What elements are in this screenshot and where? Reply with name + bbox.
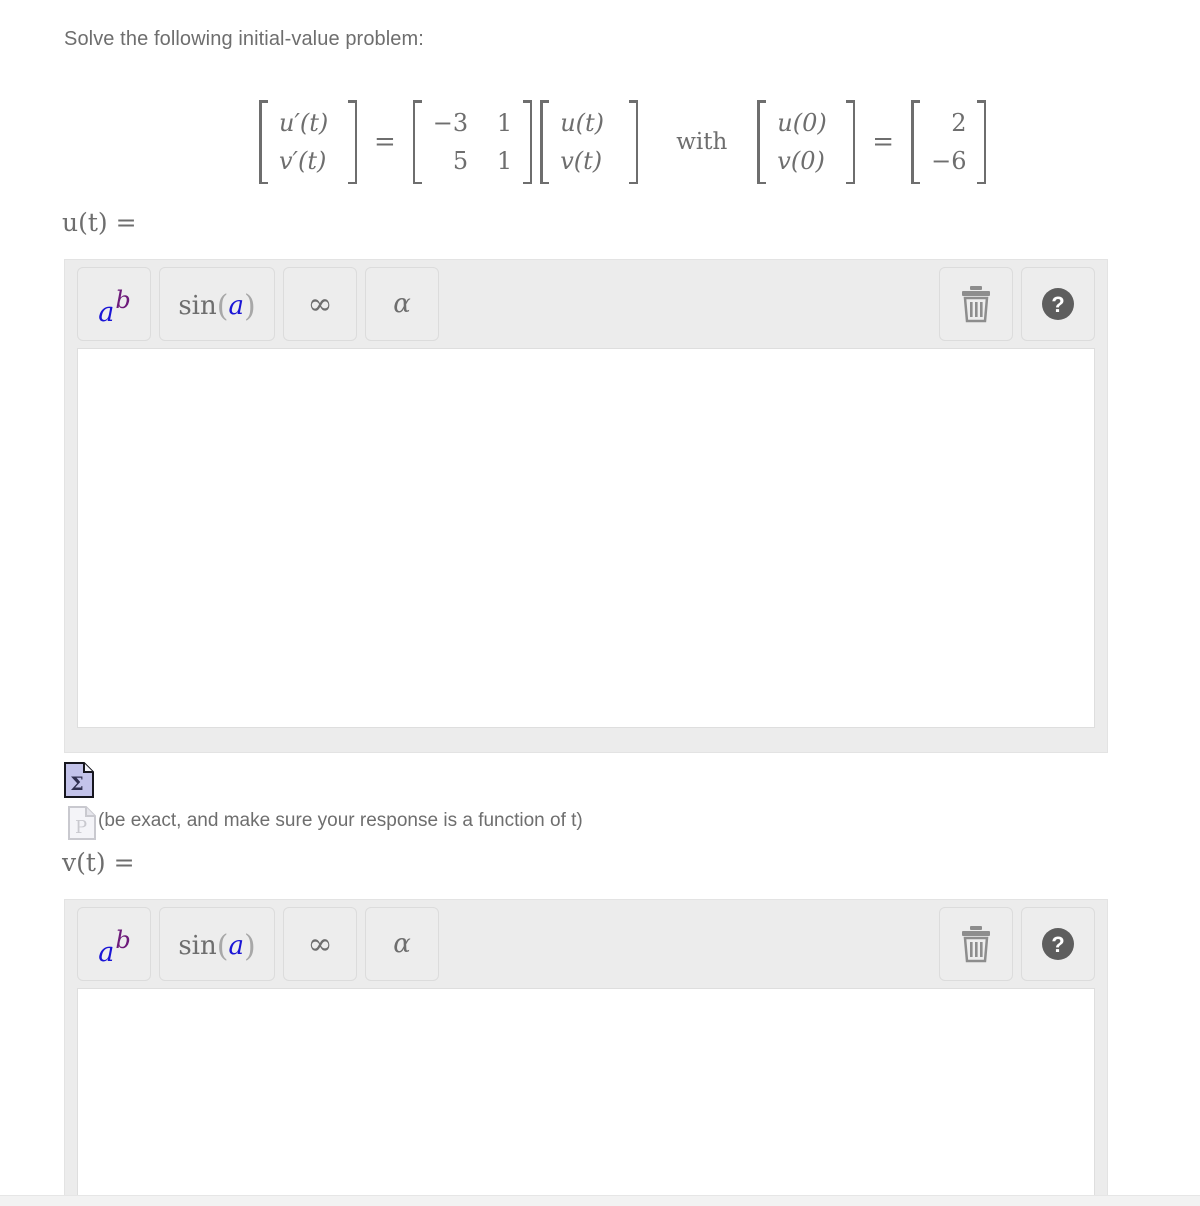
sigma-document-icon: Σ: [64, 762, 94, 798]
matrix-cell-r2c1: 5: [452, 147, 469, 175]
exponent-icon: ab: [98, 928, 130, 968]
answer-input-u[interactable]: [77, 348, 1095, 728]
derivative-u: u′(t): [279, 109, 329, 137]
sine-icon: sin(a): [178, 927, 256, 964]
initial-values-vector: 2 −6: [907, 100, 990, 184]
svg-text:?: ?: [1051, 932, 1064, 957]
initial-value-problem-equation: u′(t) v′(t) = −3 1 5 1 u(t) v(t) with u(…: [255, 100, 990, 184]
sine-open-paren: (: [216, 928, 229, 964]
sine-fn: sin: [178, 290, 217, 321]
exponent-button[interactable]: ab: [77, 267, 151, 341]
answer-hint-u: (be exact, and make sure your response i…: [98, 810, 583, 831]
p-image-placeholder: P: [68, 806, 96, 840]
state-u: u(t): [560, 109, 605, 137]
matrix-cell-r1c2: 1: [496, 109, 513, 137]
state-v: v(t): [560, 147, 603, 175]
equals-sign-main: =: [374, 127, 396, 157]
infinity-icon: ∞: [307, 286, 333, 322]
matrix-cell-r1c1: −3: [432, 109, 469, 137]
toolbar-buttons-right: ?: [939, 267, 1095, 341]
bracket-right-icon: [627, 100, 639, 184]
exponent-base: a: [98, 936, 115, 968]
derivative-vector: u′(t) v′(t): [255, 100, 361, 184]
sine-close-paren: ): [243, 928, 256, 964]
sine-icon: sin(a): [178, 287, 256, 324]
svg-text:Σ: Σ: [70, 773, 83, 795]
coefficient-matrix: −3 1 5 1: [409, 100, 536, 184]
sine-arg: a: [228, 930, 244, 961]
answer-label-v: v(t) =: [62, 848, 135, 877]
initial-u-label: u(0): [777, 109, 827, 137]
help-icon: ?: [1042, 288, 1074, 320]
math-toolbar-u: ab sin(a) ∞ α ?: [65, 260, 1107, 348]
matrix-cell-r2c2: 1: [496, 147, 513, 175]
trash-icon: [962, 926, 990, 963]
bracket-left-icon: [412, 100, 424, 184]
page-bottom-strip: [0, 1195, 1200, 1206]
trash-icon: [962, 286, 990, 323]
bracket-left-icon: [540, 100, 551, 184]
bracket-left-icon: [757, 100, 768, 184]
p-document-icon: P: [68, 806, 96, 840]
sine-open-paren: (: [216, 288, 229, 324]
toolbar-buttons-right: ?: [939, 907, 1095, 981]
math-toolbar-v: ab sin(a) ∞ α ?: [65, 900, 1107, 988]
initial-value-v: −6: [931, 147, 967, 175]
help-button[interactable]: ?: [1021, 907, 1095, 981]
infinity-button[interactable]: ∞: [283, 907, 357, 981]
page-title: Solve the following initial-value proble…: [64, 28, 424, 50]
clear-button[interactable]: [939, 907, 1013, 981]
clear-button[interactable]: [939, 267, 1013, 341]
answer-input-v[interactable]: [77, 988, 1095, 1195]
bracket-left-icon: [911, 100, 922, 184]
equals-sign-initial: =: [872, 127, 895, 157]
exponent-base: a: [98, 296, 115, 328]
alpha-icon: α: [393, 289, 411, 319]
infinity-icon: ∞: [307, 926, 333, 962]
sigma-image-placeholder: Σ: [64, 762, 94, 798]
exponent-exp: b: [115, 925, 131, 954]
answer-widget-v: ab sin(a) ∞ α ?: [64, 899, 1108, 1206]
exponent-exp: b: [115, 285, 131, 314]
help-icon: ?: [1042, 928, 1074, 960]
bracket-right-icon: [521, 100, 533, 184]
initial-v-label: v(0): [777, 147, 825, 175]
toolbar-buttons-left: ab sin(a) ∞ α: [77, 267, 439, 341]
initial-value-u: 2: [951, 109, 967, 137]
bracket-right-icon: [346, 100, 357, 184]
exponent-icon: ab: [98, 288, 130, 328]
with-keyword: with: [676, 129, 728, 155]
greek-alpha-button[interactable]: α: [365, 267, 439, 341]
bracket-right-icon: [844, 100, 856, 184]
sine-arg: a: [228, 290, 244, 321]
answer-widget-u: ab sin(a) ∞ α ?: [64, 259, 1108, 753]
greek-alpha-button[interactable]: α: [365, 907, 439, 981]
sine-button[interactable]: sin(a): [159, 907, 275, 981]
toolbar-buttons-left: ab sin(a) ∞ α: [77, 907, 439, 981]
exponent-button[interactable]: ab: [77, 907, 151, 981]
initial-condition-vector: u(0) v(0): [753, 100, 859, 184]
alpha-icon: α: [393, 929, 411, 959]
svg-text:?: ?: [1051, 292, 1064, 317]
answer-label-u: u(t) =: [62, 208, 137, 237]
sine-button[interactable]: sin(a): [159, 267, 275, 341]
sine-close-paren: ): [243, 288, 256, 324]
derivative-v: v′(t): [279, 147, 327, 175]
bracket-right-icon: [975, 100, 987, 184]
infinity-button[interactable]: ∞: [283, 267, 357, 341]
help-button[interactable]: ?: [1021, 267, 1095, 341]
svg-text:P: P: [75, 817, 87, 838]
sine-fn: sin: [178, 930, 217, 961]
bracket-left-icon: [259, 100, 270, 184]
state-vector: u(t) v(t): [536, 100, 642, 184]
